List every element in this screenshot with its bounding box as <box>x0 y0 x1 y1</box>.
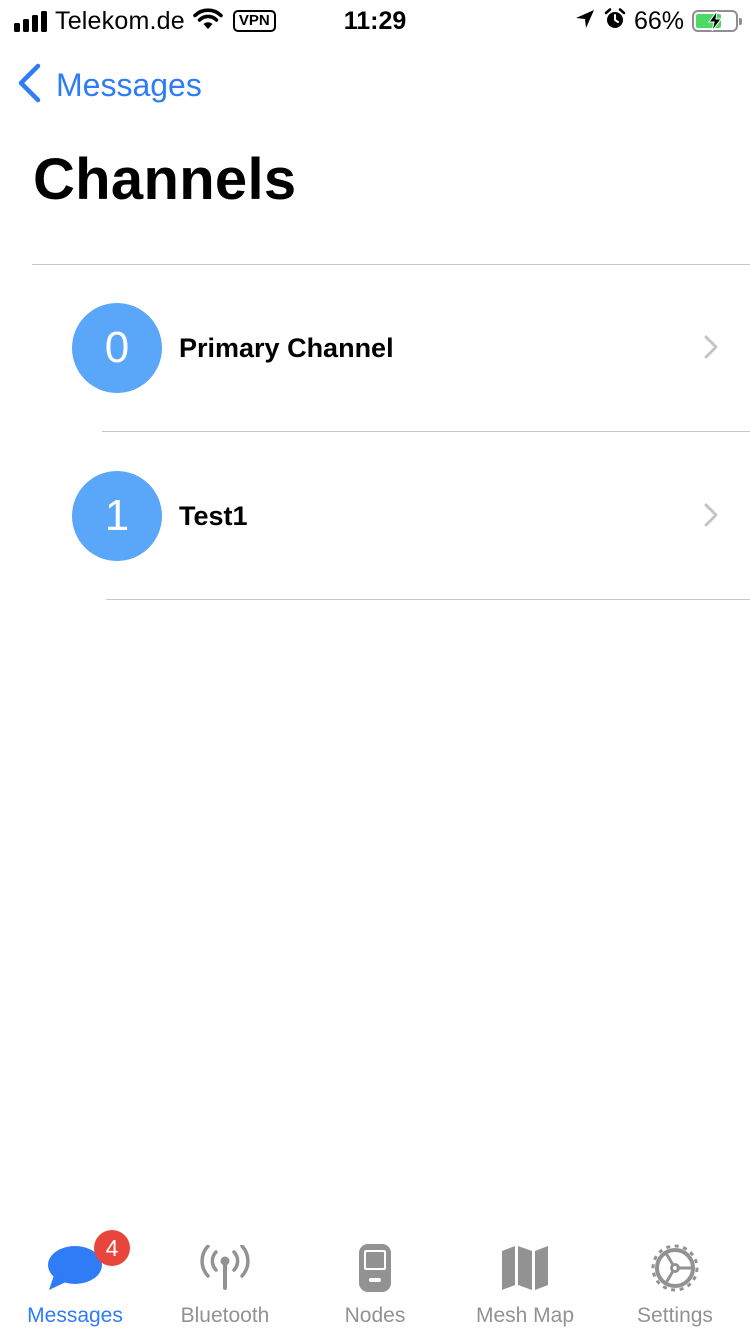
tab-bar: 4 Messages Bluetooth Nodes Mesh Map Sett… <box>0 1224 750 1334</box>
tab-mesh-map[interactable]: Mesh Map <box>450 1224 600 1334</box>
channel-row-primary[interactable]: 0 Primary Channel <box>0 265 750 431</box>
tab-bluetooth[interactable]: Bluetooth <box>150 1224 300 1334</box>
battery-cap <box>739 18 742 25</box>
antenna-icon <box>150 1238 300 1298</box>
screen: Telekom.de VPN 11:29 66% Messages Channe… <box>0 0 750 1334</box>
tab-messages[interactable]: 4 Messages <box>0 1224 150 1334</box>
back-button[interactable]: Messages <box>16 62 202 108</box>
tab-label: Mesh Map <box>475 1304 575 1327</box>
channel-index-avatar: 0 <box>72 303 162 393</box>
battery-icon <box>692 10 742 32</box>
tab-label: Settings <box>637 1304 713 1327</box>
page-title: Channels <box>33 147 297 212</box>
channel-name: Primary Channel <box>179 333 394 363</box>
gear-icon <box>600 1238 750 1298</box>
handheld-device-icon <box>300 1238 450 1298</box>
chevron-left-icon <box>16 63 42 108</box>
tab-label: Nodes <box>344 1304 406 1327</box>
tab-settings[interactable]: Settings <box>600 1224 750 1334</box>
status-bar-right: 66% <box>574 6 742 36</box>
channel-row-test1[interactable]: 1 Test1 <box>0 432 750 598</box>
unread-badge: 4 <box>94 1230 130 1266</box>
alarm-icon <box>604 7 626 35</box>
back-button-label: Messages <box>56 66 202 103</box>
channel-index-avatar: 1 <box>72 471 162 561</box>
status-bar: Telekom.de VPN 11:29 66% <box>0 0 750 40</box>
charging-bolt-icon <box>694 10 736 36</box>
row-divider <box>106 599 750 600</box>
chevron-right-icon <box>704 335 718 364</box>
battery-percent: 66% <box>633 6 684 35</box>
map-icon <box>450 1238 600 1298</box>
chevron-right-icon <box>704 503 718 532</box>
tab-label: Messages <box>27 1304 123 1327</box>
location-arrow-icon <box>574 8 596 35</box>
tab-label: Bluetooth <box>180 1304 270 1327</box>
channel-name: Test1 <box>179 501 248 531</box>
tab-nodes[interactable]: Nodes <box>300 1224 450 1334</box>
